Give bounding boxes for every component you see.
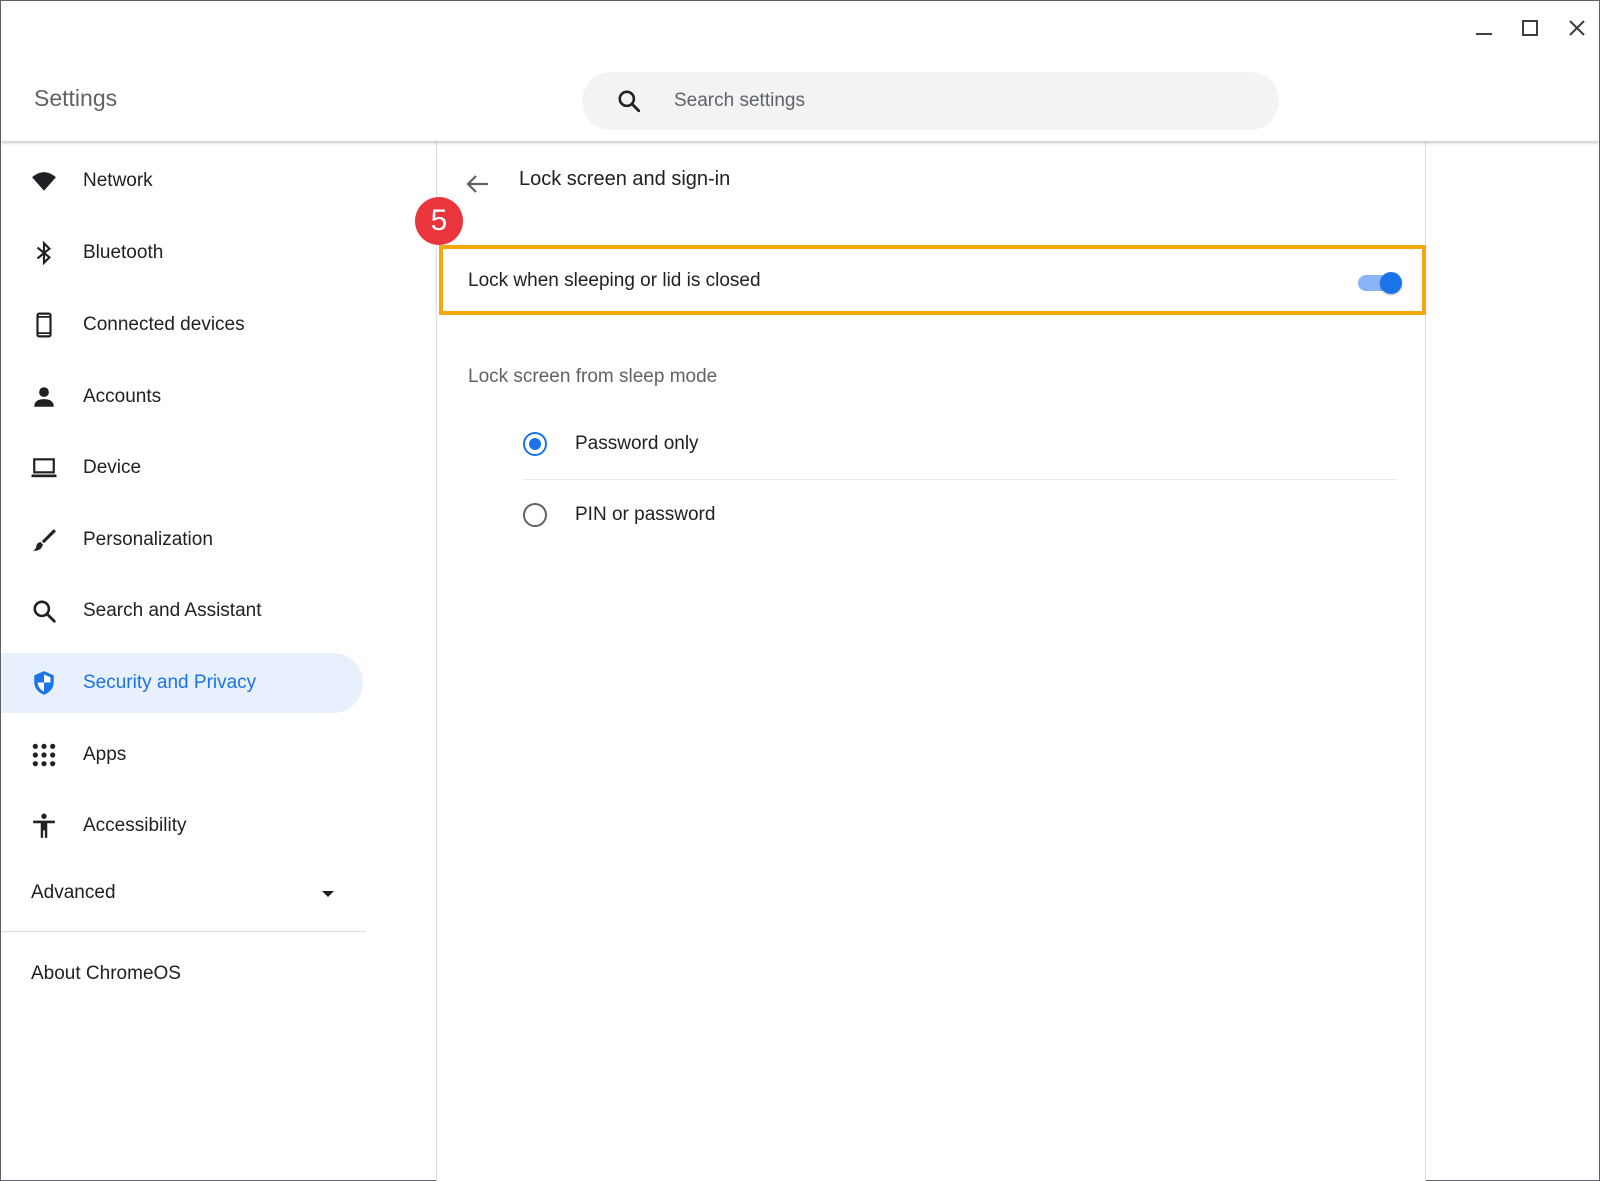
sleep-mode-section-label: Lock screen from sleep mode <box>468 366 718 387</box>
laptop-icon <box>31 455 57 481</box>
bluetooth-icon <box>31 240 57 266</box>
sidebar-item-label: Connected devices <box>83 314 245 335</box>
back-arrow-icon[interactable] <box>462 168 494 200</box>
option-label: PIN or password <box>575 504 716 525</box>
sidebar-item-label: Personalization <box>83 529 213 550</box>
sidebar-divider <box>1 931 366 932</box>
sidebar-item-device[interactable]: Device <box>1 438 363 498</box>
search-icon <box>31 598 57 624</box>
minimize-button[interactable] <box>1469 13 1499 43</box>
step-badge: 5 <box>415 197 463 245</box>
option-password-only[interactable]: Password only <box>523 409 1397 479</box>
sidebar-item-search-and-assistant[interactable]: Search and Assistant <box>1 581 363 641</box>
sidebar-item-label: Accessibility <box>83 815 187 836</box>
sidebar-item-accounts[interactable]: Accounts <box>1 367 363 427</box>
sidebar-item-connected-devices[interactable]: Connected devices <box>1 295 363 355</box>
maximize-icon <box>1522 20 1538 36</box>
sidebar: Network Bluetooth Connected devices Acco… <box>1 141 436 1181</box>
advanced-label: Advanced <box>31 882 116 903</box>
search-icon <box>618 90 641 113</box>
sidebar-item-label: Network <box>83 170 153 191</box>
sidebar-item-bluetooth[interactable]: Bluetooth <box>1 223 363 283</box>
lock-when-sleeping-label: Lock when sleeping or lid is closed <box>468 270 761 291</box>
apps-grid-icon <box>31 742 57 768</box>
minimize-icon <box>1476 33 1492 35</box>
option-pin-or-password[interactable]: PIN or password <box>523 480 1397 550</box>
sidebar-item-security-and-privacy[interactable]: Security and Privacy <box>1 653 363 713</box>
wifi-icon <box>31 168 57 194</box>
main-content-card: Lock screen and sign-in 5 Lock when slee… <box>415 141 1426 1181</box>
sidebar-item-label: Apps <box>83 744 127 765</box>
search-box[interactable] <box>582 72 1279 130</box>
lock-when-sleeping-toggle[interactable] <box>1356 272 1402 294</box>
toggle-knob <box>1380 272 1402 294</box>
brush-icon <box>31 527 57 553</box>
sidebar-item-label: Security and Privacy <box>83 672 257 693</box>
maximize-button[interactable] <box>1515 13 1545 43</box>
phone-icon <box>31 312 57 338</box>
shield-icon <box>31 670 57 696</box>
radio-button-unchecked[interactable] <box>523 503 547 527</box>
option-label: Password only <box>575 433 699 454</box>
sidebar-item-label: Search and Assistant <box>83 600 262 621</box>
sidebar-item-accessibility[interactable]: Accessibility <box>1 796 363 856</box>
sidebar-item-apps[interactable]: Apps <box>1 725 363 785</box>
advanced-section-toggle[interactable]: Advanced <box>1 863 366 923</box>
settings-window: Settings Network <box>0 0 1600 1181</box>
page-title: Lock screen and sign-in <box>519 168 731 190</box>
header-bar: Settings <box>1 1 1599 141</box>
sidebar-item-label: Device <box>83 457 142 478</box>
close-icon <box>1569 20 1585 36</box>
sidebar-item-label: Accounts <box>83 386 162 407</box>
accessibility-icon <box>31 813 57 839</box>
person-icon <box>31 384 57 410</box>
app-title: Settings <box>34 85 118 111</box>
radio-button-checked[interactable] <box>523 432 547 456</box>
close-button[interactable] <box>1562 13 1592 43</box>
search-input[interactable] <box>674 72 1234 130</box>
sidebar-item-label: Bluetooth <box>83 242 164 263</box>
lock-when-sleeping-row[interactable]: Lock when sleeping or lid is closed <box>439 245 1426 315</box>
about-chromeos-link[interactable]: About ChromeOS <box>31 963 181 985</box>
sidebar-item-personalization[interactable]: Personalization <box>1 510 363 570</box>
sidebar-item-network[interactable]: Network <box>1 151 363 211</box>
caret-down-icon <box>322 891 334 897</box>
